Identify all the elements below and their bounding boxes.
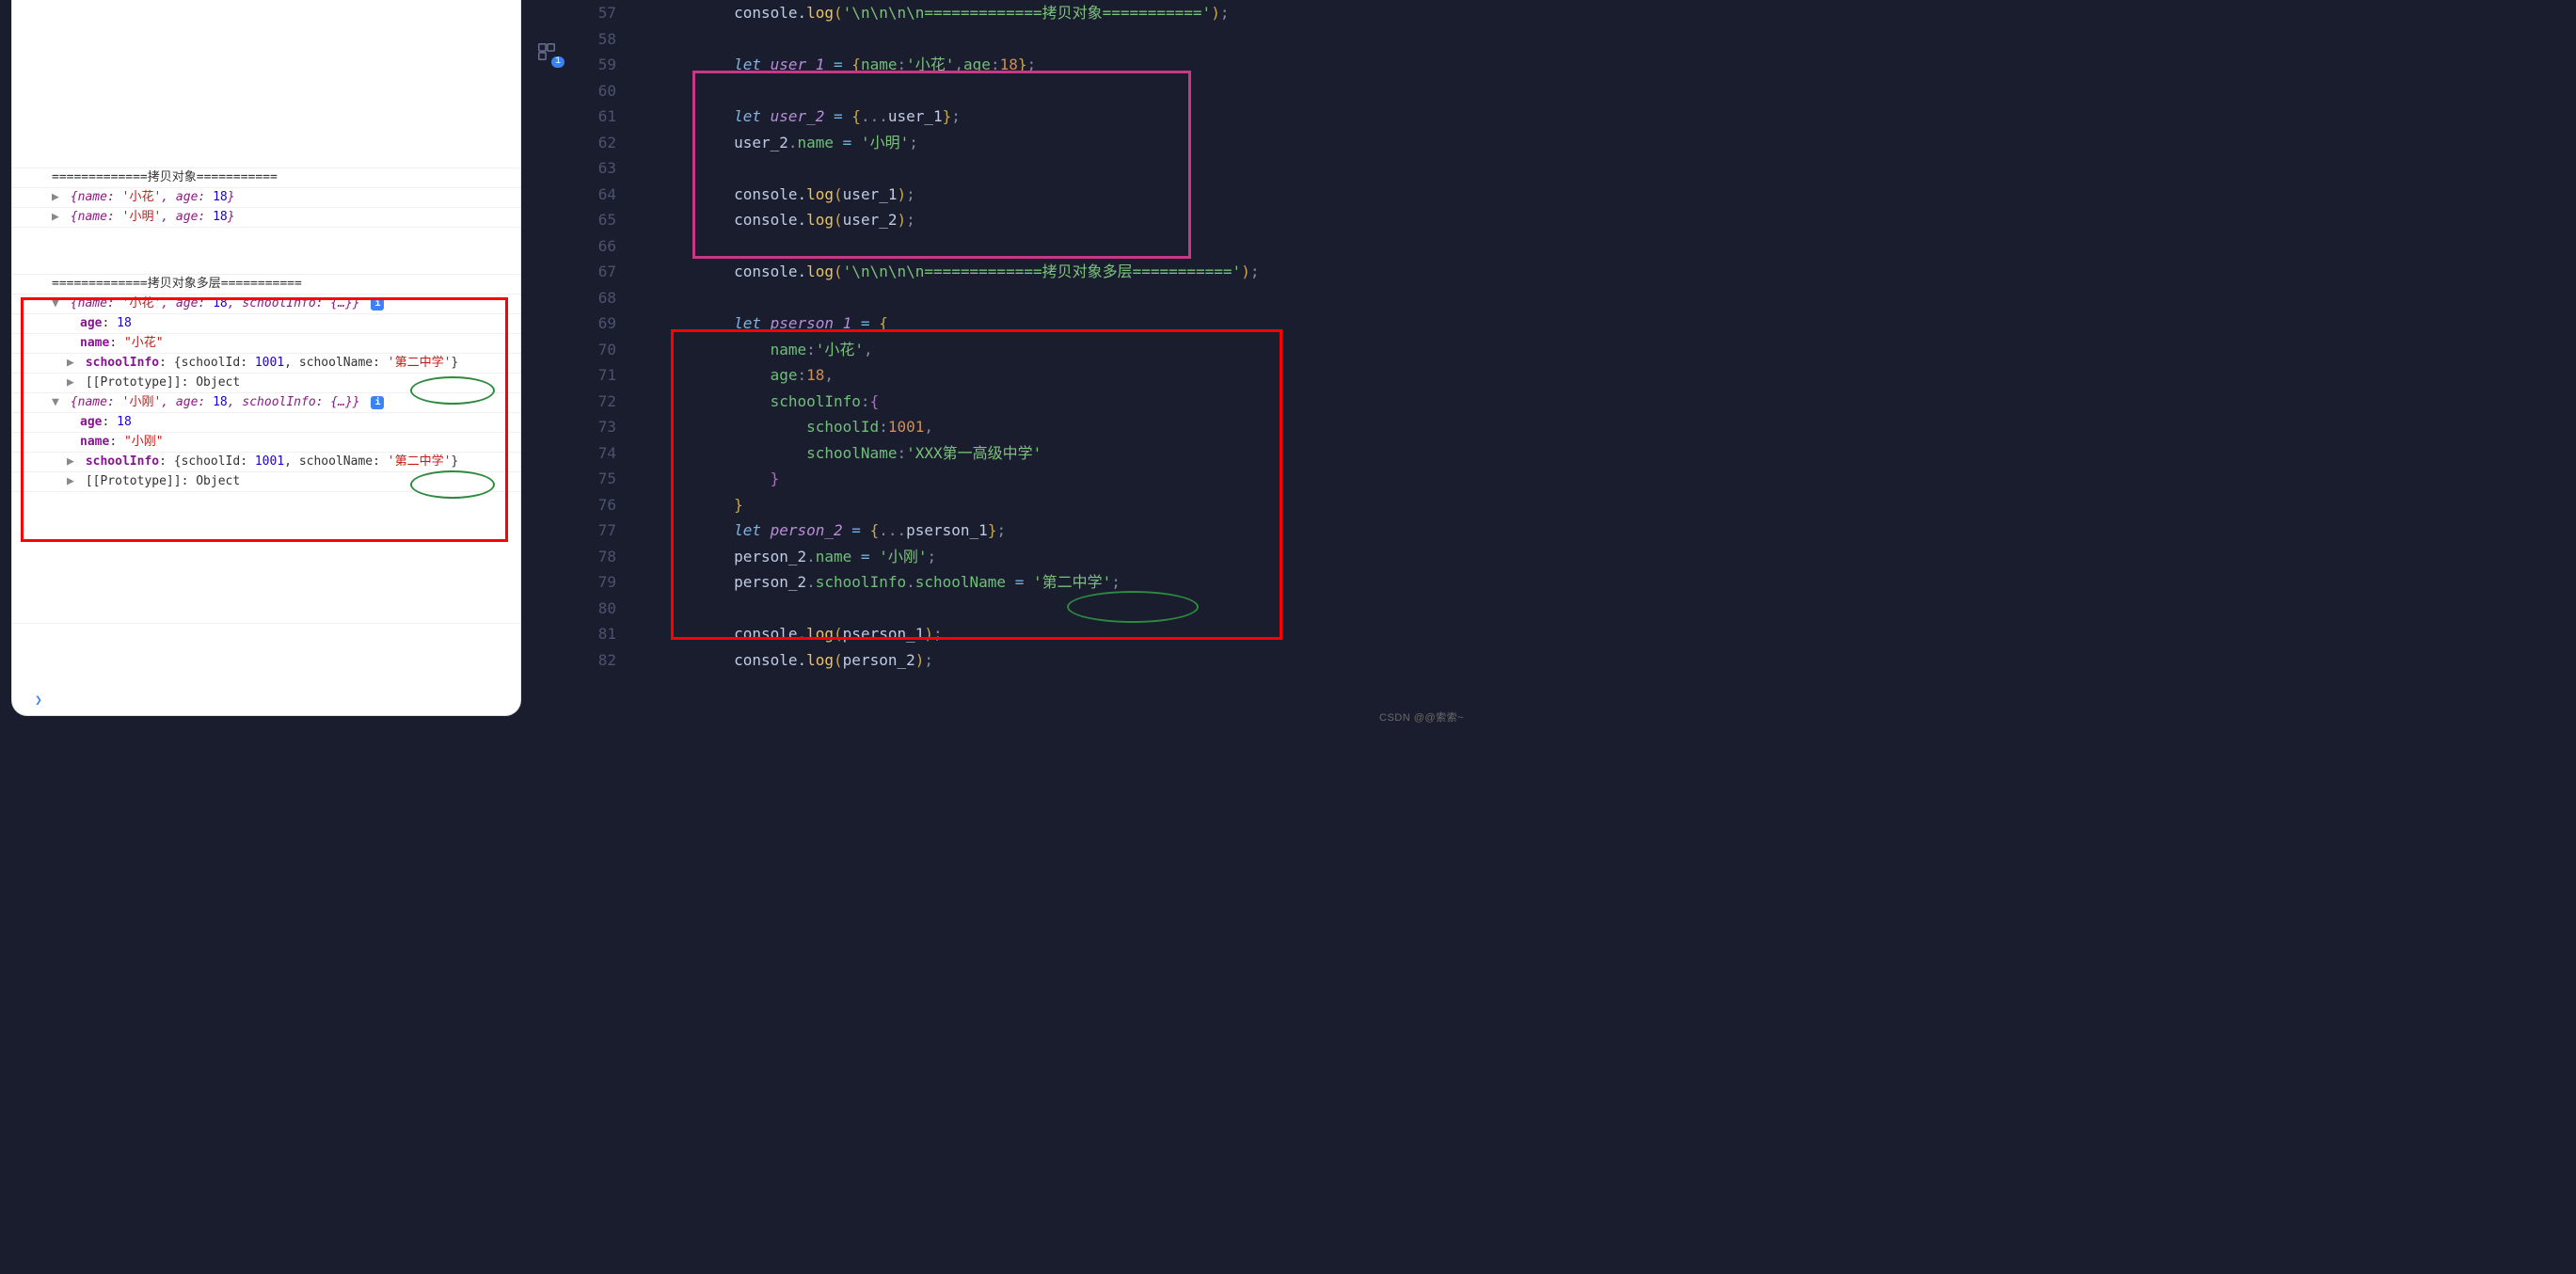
- exp2-sum-name: '小刚': [122, 395, 162, 409]
- school-pre: {schoolId:: [174, 454, 255, 469]
- proto-prop: [[Prototype]]: [86, 375, 182, 390]
- school-name: '第二中学': [388, 454, 452, 469]
- age-label: , age:: [161, 395, 213, 409]
- prop-schoolinfo[interactable]: ▶ schoolInfo: {schoolId: 1001, schoolNam…: [12, 453, 520, 472]
- obj2-name: '小明': [122, 210, 162, 224]
- prop-name: name: "小花": [12, 334, 520, 354]
- age-prop: age: [80, 316, 102, 330]
- extension-badge: 1: [551, 56, 564, 68]
- age-label: , age:: [161, 296, 213, 311]
- school-prop: schoolInfo: [86, 454, 159, 469]
- info-icon[interactable]: i: [371, 297, 384, 311]
- console-empty-row: [12, 228, 520, 275]
- school-mid: , schoolName:: [284, 356, 388, 370]
- school-mid: , schoolName:: [284, 454, 388, 469]
- log-obj1[interactable]: ▶ {name: '小花', age: 18}: [12, 188, 520, 208]
- log-header-copy-deep: =============拷贝对象多层===========: [12, 275, 520, 295]
- name-val: "小刚": [124, 435, 164, 449]
- name-prop: name: [80, 336, 109, 350]
- age-prop: age: [80, 415, 102, 429]
- prop-proto[interactable]: ▶ [[Prototype]]: Object: [12, 472, 520, 492]
- age-label: , age:: [161, 190, 213, 204]
- exp1-sum-name: '小花': [122, 296, 162, 311]
- age-val: 18: [117, 415, 132, 429]
- school-end: }: [451, 356, 458, 370]
- school-name: '第二中学': [388, 356, 452, 370]
- summary-prefix: {name:: [71, 210, 122, 224]
- line-gutter: 5758596061626364656667686970717273747576…: [569, 0, 631, 721]
- name-prop: name: [80, 435, 109, 449]
- expand-icon[interactable]: ▶: [67, 374, 76, 391]
- activity-bar: 1: [531, 38, 568, 66]
- age-val: 18: [117, 316, 132, 330]
- expand-icon[interactable]: ▶: [67, 355, 76, 372]
- proto-prop: [[Prototype]]: [86, 474, 182, 488]
- prop-name: name: "小刚": [12, 433, 520, 453]
- code-content[interactable]: console.log('\n\n\n\n=============拷贝对象==…: [631, 0, 1464, 721]
- proto-val: Object: [196, 474, 240, 488]
- prop-proto[interactable]: ▶ [[Prototype]]: Object: [12, 374, 520, 393]
- age-label: , age:: [161, 210, 213, 224]
- exp1-sum-age: 18: [213, 296, 228, 311]
- console-empty-row: [12, 492, 520, 624]
- collapse-icon[interactable]: ▼: [52, 295, 61, 312]
- collapse-icon[interactable]: ▼: [52, 394, 61, 411]
- console-body: =============拷贝对象=========== ▶ {name: '小…: [12, 0, 520, 624]
- obj2-age: 18: [213, 210, 228, 224]
- exp2-sum-age: 18: [213, 395, 228, 409]
- summary-tail: , schoolInfo: {…}}: [228, 395, 360, 409]
- devtools-console: =============拷贝对象=========== ▶ {name: '小…: [12, 0, 520, 715]
- log-expanded-1[interactable]: ▼ {name: '小花', age: 18, schoolInfo: {…}}…: [12, 295, 520, 314]
- info-icon[interactable]: i: [371, 396, 384, 409]
- name-val: "小花": [124, 336, 164, 350]
- summary-prefix: {name:: [71, 395, 122, 409]
- log-obj2[interactable]: ▶ {name: '小明', age: 18}: [12, 208, 520, 228]
- summary-tail: , schoolInfo: {…}}: [228, 296, 360, 311]
- log-header-copy-obj: =============拷贝对象===========: [12, 168, 520, 188]
- expand-icon[interactable]: ▶: [67, 473, 76, 490]
- prop-age: age: 18: [12, 314, 520, 334]
- summary-tail: }: [228, 210, 235, 224]
- console-spacer: [12, 4, 520, 121]
- school-id: 1001: [255, 454, 284, 469]
- school-prop: schoolInfo: [86, 356, 159, 370]
- school-id: 1001: [255, 356, 284, 370]
- school-end: }: [451, 454, 458, 469]
- code-editor[interactable]: 5758596061626364656667686970717273747576…: [569, 0, 1464, 721]
- watermark: CSDN @@索索~: [1379, 709, 1464, 725]
- expand-icon[interactable]: ▶: [52, 189, 61, 206]
- obj1-name: '小花': [122, 190, 162, 204]
- log-expanded-2[interactable]: ▼ {name: '小刚', age: 18, schoolInfo: {…}}…: [12, 393, 520, 413]
- school-pre: {schoolId:: [174, 356, 255, 370]
- expand-icon[interactable]: ▶: [52, 209, 61, 226]
- expand-icon[interactable]: ▶: [67, 454, 76, 470]
- summary-prefix: {name:: [71, 296, 122, 311]
- summary-tail: }: [228, 190, 235, 204]
- console-prompt-icon[interactable]: ❯: [35, 693, 42, 708]
- console-empty-row: [12, 121, 520, 168]
- prop-schoolinfo[interactable]: ▶ schoolInfo: {schoolId: 1001, schoolNam…: [12, 354, 520, 374]
- summary-prefix: {name:: [71, 190, 122, 204]
- extension-icon[interactable]: 1: [531, 38, 563, 66]
- obj1-age: 18: [213, 190, 228, 204]
- proto-val: Object: [196, 375, 240, 390]
- prop-age: age: 18: [12, 413, 520, 433]
